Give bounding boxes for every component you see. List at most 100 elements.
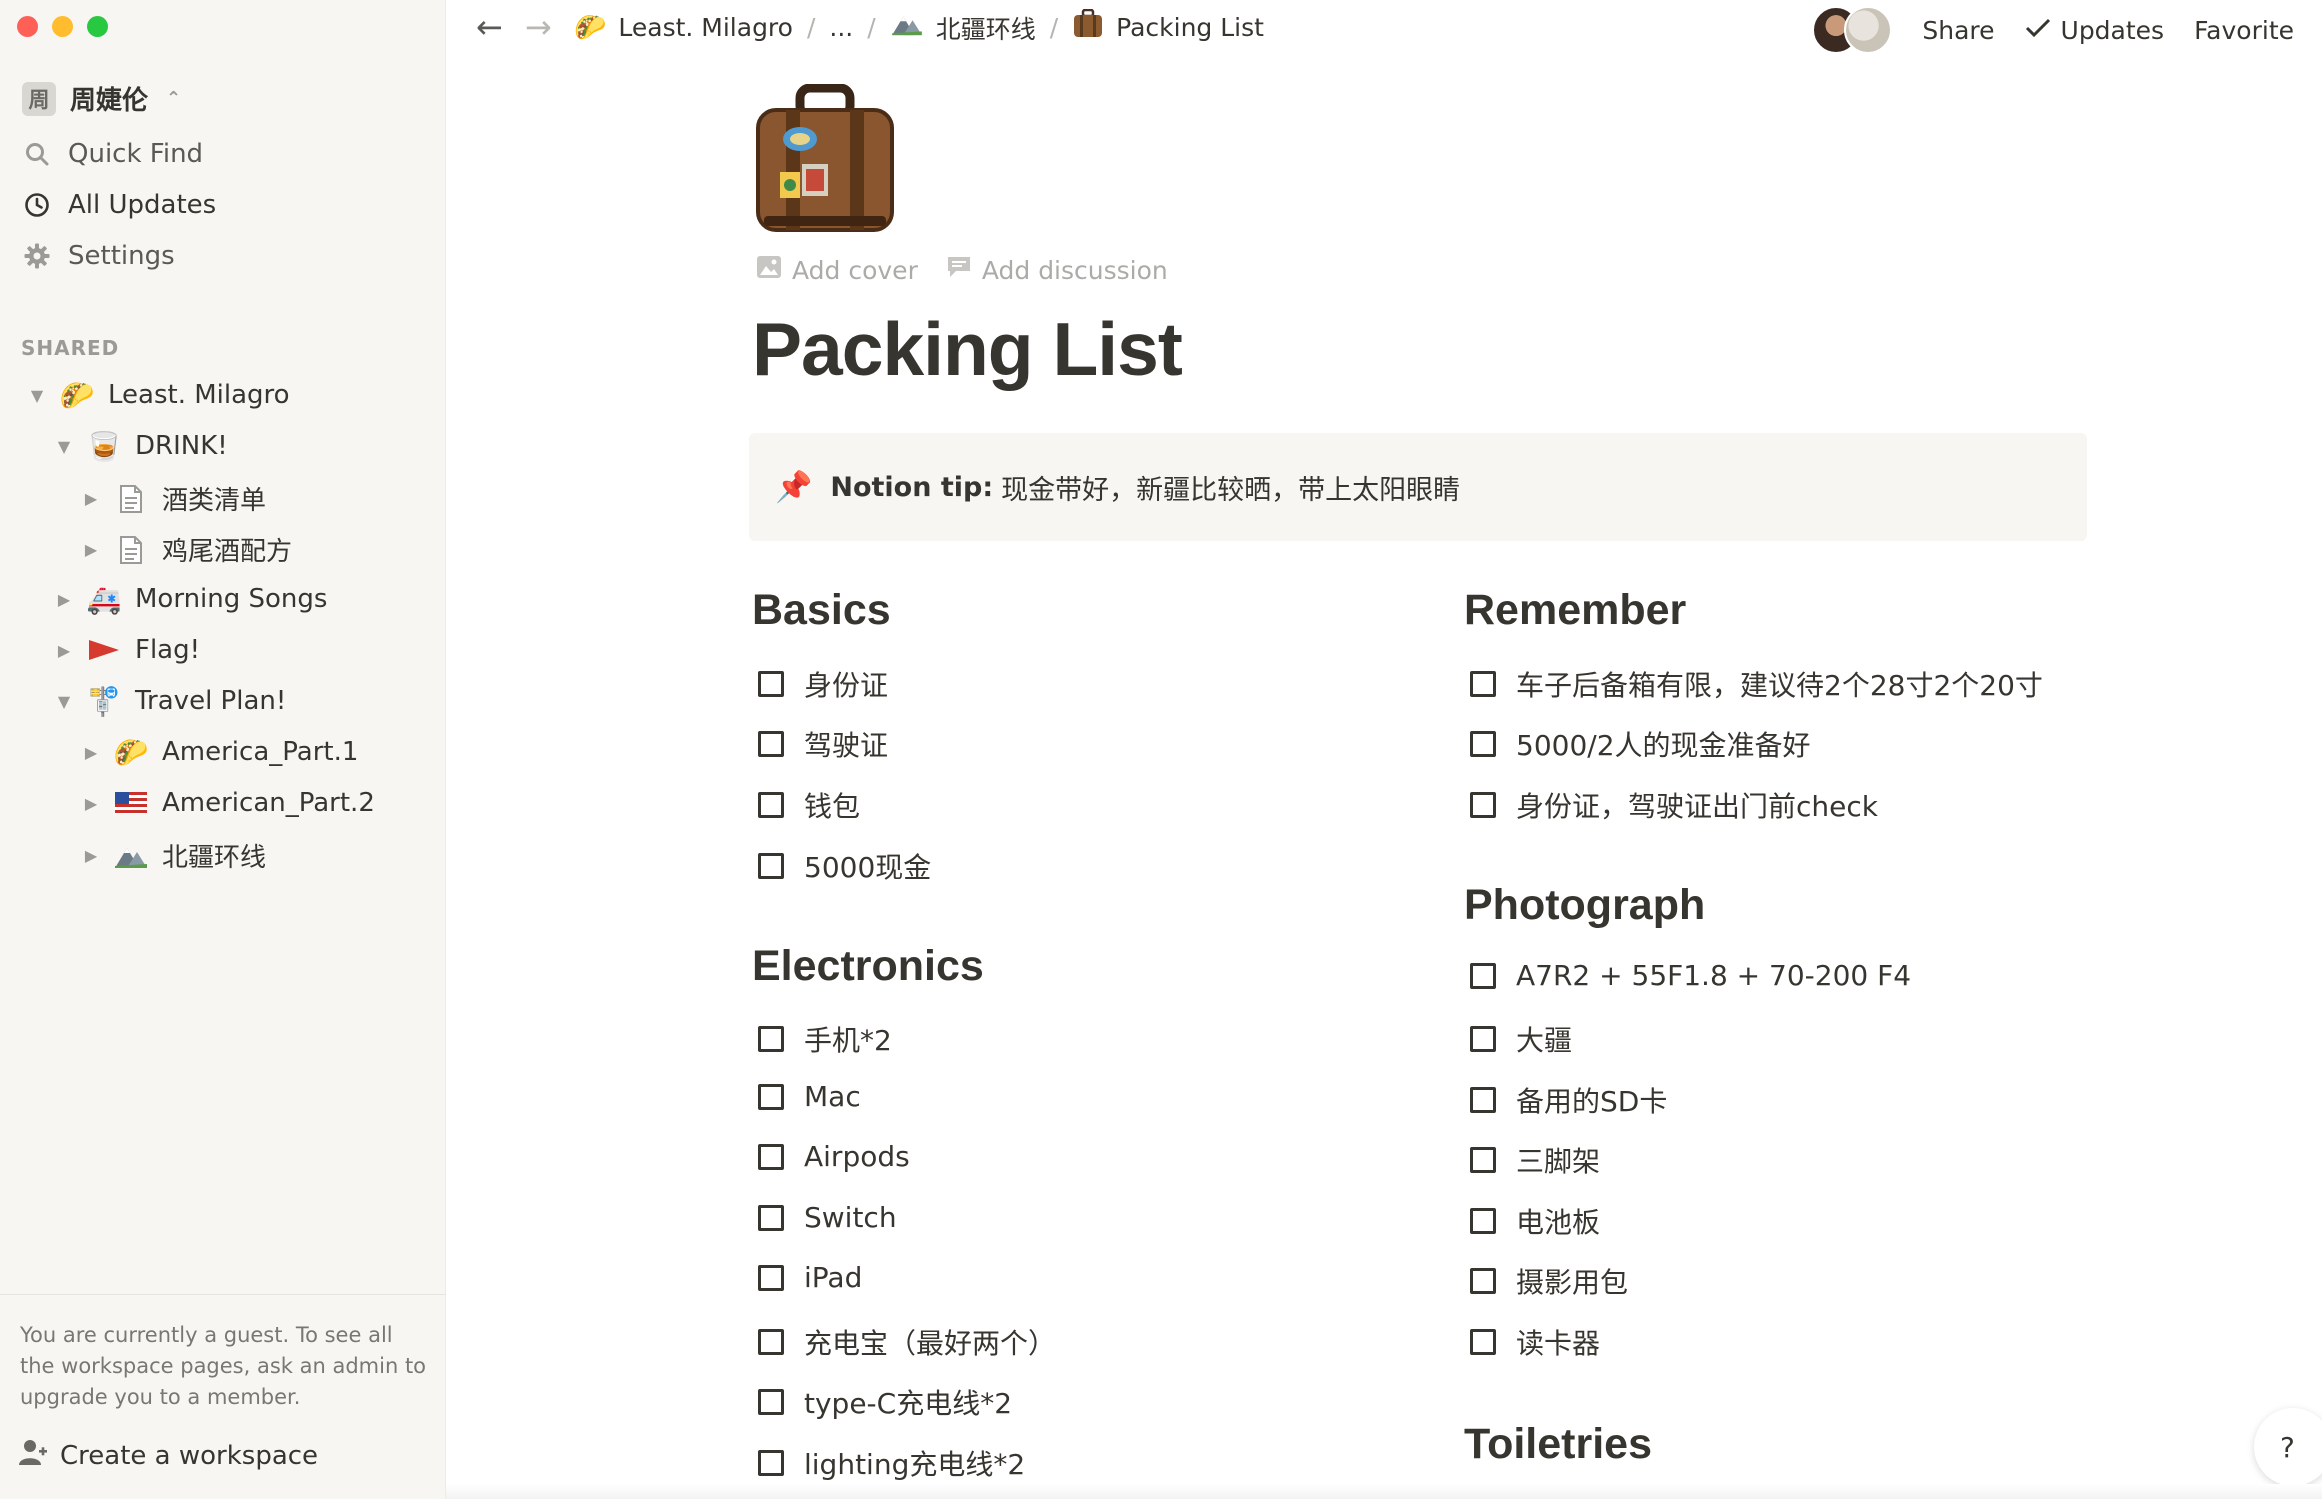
checkbox[interactable]: [758, 1389, 784, 1415]
todo-item[interactable]: lighting充电线*2: [758, 1443, 1025, 1483]
checkbox[interactable]: [1470, 962, 1496, 989]
todo-item[interactable]: 驾驶证: [758, 724, 888, 764]
share-button[interactable]: Share: [1922, 16, 1994, 45]
todo-item[interactable]: 车子后备箱有限，建议待2个28寸2个20寸: [1470, 664, 2043, 704]
checkbox[interactable]: [758, 1204, 784, 1231]
checkbox[interactable]: [758, 671, 784, 697]
checkbox[interactable]: [758, 1450, 784, 1476]
sidebar-item-drink[interactable]: ▼ 🥃 DRINK!: [55, 429, 228, 463]
caret-down-icon[interactable]: ▼: [55, 437, 73, 456]
todo-item[interactable]: type-C充电线*2: [758, 1382, 1012, 1422]
page-icon: [114, 482, 148, 516]
todo-item[interactable]: 摄影用包: [1470, 1261, 1628, 1301]
checkbox[interactable]: [758, 1026, 784, 1052]
todo-item[interactable]: 5000现金: [758, 846, 931, 886]
callout[interactable]: 📌 Notion tip: 现金带好，新疆比较晒，带上太阳眼睛: [749, 433, 2087, 541]
checkbox[interactable]: [1470, 1026, 1496, 1052]
todo-item[interactable]: iPad: [758, 1261, 862, 1294]
todo-item[interactable]: 三脚架: [1470, 1140, 1600, 1180]
checkbox[interactable]: [1470, 731, 1496, 757]
todo-item[interactable]: Switch: [758, 1201, 897, 1234]
minimize-window-button[interactable]: [52, 16, 73, 37]
close-window-button[interactable]: [17, 16, 38, 37]
checkbox[interactable]: [758, 1083, 784, 1110]
checkbox[interactable]: [1470, 671, 1496, 697]
caret-right-icon[interactable]: ▶: [82, 540, 100, 559]
todo-item[interactable]: 电池板: [1470, 1201, 1600, 1241]
nav-label: Quick Find: [68, 139, 204, 169]
checkbox[interactable]: [1470, 1268, 1496, 1294]
checkbox[interactable]: [1470, 1147, 1496, 1173]
nav-quick-find[interactable]: Quick Find: [22, 139, 203, 169]
caret-right-icon[interactable]: ▶: [82, 743, 100, 762]
collaborator-avatars[interactable]: [1812, 6, 1893, 54]
sidebar-item-least-milagro[interactable]: ▼ 🌮 Least. Milagro: [28, 378, 290, 412]
checkbox[interactable]: [1470, 792, 1496, 818]
checkbox[interactable]: [758, 1264, 784, 1291]
breadcrumb-item-packing-list[interactable]: Packing List: [1072, 8, 1264, 46]
todo-item[interactable]: 大疆: [1470, 1019, 1572, 1059]
todo-item[interactable]: 身份证: [758, 664, 888, 704]
add-discussion-button[interactable]: Add discussion: [946, 255, 1168, 285]
sidebar-item-travel-plan[interactable]: ▼ 🚏 Travel Plan!: [55, 684, 286, 718]
maximize-window-button[interactable]: [87, 16, 108, 37]
sidebar-item-north-xinjiang-loop[interactable]: ▶ 北疆环线: [82, 837, 266, 874]
todo-item[interactable]: A7R2 + 55F1.8 + 70-200 F4: [1470, 959, 1911, 992]
create-workspace-label: Create a workspace: [60, 1440, 319, 1471]
todo-item[interactable]: 5000/2人的现金准备好: [1470, 724, 1811, 764]
page-actions: Add cover Add discussion: [756, 255, 1168, 285]
caret-right-icon[interactable]: ▶: [82, 489, 100, 508]
workspace-switcher[interactable]: 周 周婕伦 ⌃: [22, 80, 181, 117]
caret-right-icon[interactable]: ▶: [82, 846, 100, 865]
back-arrow-icon[interactable]: ←: [476, 8, 503, 46]
help-button[interactable]: ?: [2254, 1408, 2322, 1486]
todo-item[interactable]: 充电宝（最好两个）: [758, 1322, 1056, 1362]
heading-basics: Basics: [752, 586, 891, 634]
page-title[interactable]: Packing List: [752, 306, 1183, 392]
caret-down-icon[interactable]: ▼: [28, 386, 46, 405]
checkbox[interactable]: [1470, 1329, 1496, 1355]
sidebar-item-morning-songs[interactable]: ▶ 🚑 Morning Songs: [55, 582, 328, 616]
sidebar-item-american-part-2[interactable]: ▶ American_Part.2: [82, 786, 375, 820]
checkbox[interactable]: [758, 1143, 784, 1170]
sidebar-item-flag[interactable]: ▶ Flag!: [55, 633, 200, 667]
mountain-icon: [114, 839, 148, 873]
todo-item[interactable]: Mac: [758, 1080, 861, 1113]
breadcrumb-item-north-xinjiang[interactable]: 北疆环线: [890, 10, 1036, 46]
todo-text: lighting充电线*2: [804, 1448, 1026, 1481]
todo-text: 驾驶证: [804, 729, 889, 762]
todo-item[interactable]: 备用的SD卡: [1470, 1080, 1667, 1120]
caret-right-icon[interactable]: ▶: [55, 641, 73, 660]
todo-item[interactable]: 身份证，驾驶证出门前check: [1470, 785, 1878, 825]
page-icon-suitcase[interactable]: [752, 83, 898, 240]
sidebar-item-america-part-1[interactable]: ▶ 🌮 America_Part.1: [82, 735, 359, 769]
breadcrumb-item-ellipsis[interactable]: ...: [829, 13, 853, 42]
caret-right-icon[interactable]: ▶: [55, 590, 73, 609]
sidebar-item-liquor-list[interactable]: ▶ 酒类清单: [82, 480, 266, 517]
todo-item[interactable]: 钱包: [758, 785, 860, 825]
checkbox[interactable]: [758, 853, 784, 879]
checkbox[interactable]: [758, 1329, 784, 1355]
caret-down-icon[interactable]: ▼: [55, 692, 73, 711]
caret-right-icon[interactable]: ▶: [82, 794, 100, 813]
todo-item[interactable]: Airpods: [758, 1140, 910, 1173]
favorite-button[interactable]: Favorite: [2194, 16, 2294, 45]
todo-item[interactable]: 读卡器: [1470, 1322, 1600, 1362]
checkbox[interactable]: [758, 792, 784, 818]
bus-stop-icon: 🚏: [86, 684, 122, 718]
image-icon: [756, 255, 782, 285]
add-cover-button[interactable]: Add cover: [756, 255, 918, 285]
checkbox[interactable]: [1470, 1208, 1496, 1234]
create-workspace-button[interactable]: Create a workspace: [18, 1437, 318, 1474]
checkbox[interactable]: [1470, 1087, 1496, 1113]
todo-item[interactable]: 手机*2: [758, 1019, 892, 1059]
breadcrumb-label: Least. Milagro: [618, 13, 793, 42]
flag-icon: [87, 633, 121, 667]
nav-settings[interactable]: Settings: [22, 241, 175, 271]
forward-arrow-icon[interactable]: →: [525, 8, 552, 46]
checkbox[interactable]: [758, 731, 784, 757]
updates-button[interactable]: Updates: [2025, 16, 2164, 45]
breadcrumb-item-least-milagro[interactable]: 🌮 Least. Milagro: [574, 13, 793, 43]
nav-all-updates[interactable]: All Updates: [22, 190, 216, 220]
sidebar-item-cocktail-recipes[interactable]: ▶ 鸡尾酒配方: [82, 531, 292, 568]
